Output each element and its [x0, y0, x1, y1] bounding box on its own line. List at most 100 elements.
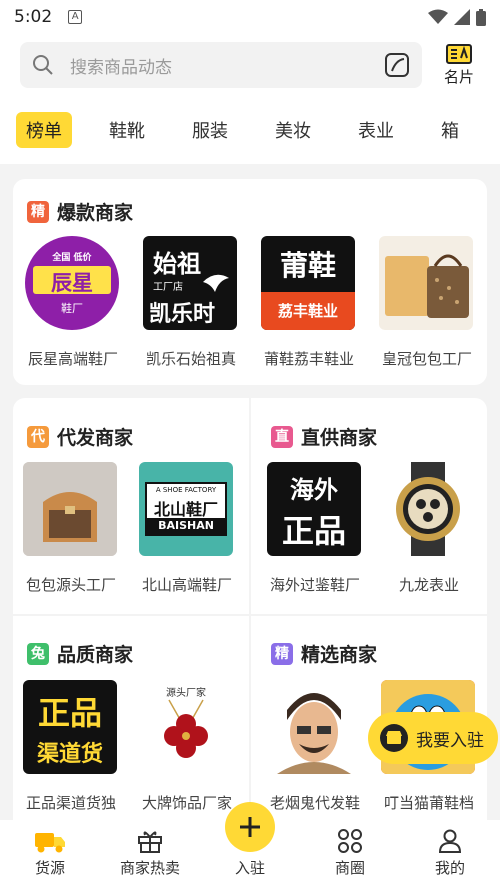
logo-text-haiwai: 海外 — [290, 476, 338, 504]
logo-text-shizu: 始祖 — [153, 250, 201, 278]
edit-note-icon[interactable] — [384, 52, 410, 78]
signal-icon — [454, 9, 470, 25]
merchant-card-dapai[interactable]: 源头厂家 大牌饰品厂家 — [139, 680, 235, 813]
merchant-card-chenxing[interactable]: 全国 低价 辰星 鞋厂 辰星高端鞋厂 — [25, 236, 121, 369]
business-card-label: 名片 — [443, 67, 474, 86]
merchant-card-baobao[interactable]: 包包源头工厂 — [23, 462, 119, 595]
logo-text-beishan: 北山鞋厂 — [153, 500, 218, 519]
business-card-icon — [446, 43, 472, 64]
merchant-name: 莆鞋荔丰鞋业 — [263, 350, 354, 368]
logo-text-chenxing: 辰星 — [51, 271, 93, 295]
merchant-logo-zhengpin-qudao: 正品 渠道货 — [23, 680, 117, 774]
tab-rankings[interactable]: 榜单 — [16, 112, 72, 148]
merchant-name: 九龙表业 — [398, 576, 459, 594]
merchant-card-jiulong[interactable]: 九龙表业 — [381, 462, 477, 595]
logo-text-factory: 鞋厂 — [61, 302, 83, 315]
nav-label: 商家热卖 — [119, 859, 180, 877]
merchant-name: 凯乐石始祖真 — [145, 350, 236, 368]
business-card-button[interactable]: 名片 — [430, 43, 488, 87]
user-icon — [438, 829, 462, 853]
merchant-name: 皇冠包包工厂 — [381, 350, 472, 368]
category-tabs: 榜单 鞋靴 服装 美妆 表业 箱 — [0, 96, 500, 164]
merchant-logo-kaileshi: 始祖 工厂店 凯乐时 — [143, 236, 237, 330]
truck-icon — [35, 833, 65, 853]
merchant-logo-puxie: 莆鞋 荔丰鞋业 — [261, 236, 355, 330]
daifa-section-icon: 代 — [27, 425, 49, 448]
logo-text-nationwide: 全国 低价 — [52, 253, 92, 263]
zhigong-section-icon: 直 — [271, 425, 293, 448]
logo-text-baishan: BAISHAN — [158, 519, 214, 532]
join-floating-button[interactable]: 我要入驻 — [368, 712, 498, 764]
merchant-photo-watch — [381, 462, 475, 556]
status-time: 5:02 — [14, 7, 53, 27]
merchant-name: 大牌饰品厂家 — [141, 794, 232, 812]
tab-shoes[interactable]: 鞋靴 — [99, 112, 155, 148]
logo-text-zhengpin: 正品 — [281, 512, 346, 550]
bottom-nav: 货源 商家热卖 入驻 商圈 我的 — [0, 802, 500, 888]
watch-image — [396, 462, 460, 556]
search-placeholder: 搜索商品动态 — [70, 57, 172, 78]
tab-bags[interactable]: 箱 — [431, 112, 469, 148]
merchant-card-beishan[interactable]: A SHOE FACTORY 北山鞋厂 BAISHAN 北山高端鞋厂 — [139, 462, 235, 595]
logo-text-factory-store: 工厂店 — [153, 282, 183, 293]
bag-image — [23, 462, 117, 556]
jingxuan-section-title: 精选商家 — [301, 644, 378, 666]
nav-item-merchant-hot[interactable]: 商家热卖 — [100, 820, 200, 888]
battery-icon — [476, 8, 486, 26]
merchant-name: 叮当猫莆鞋档 — [383, 794, 474, 812]
grid-icon — [338, 829, 362, 853]
logo-text-zhengpin: 正品 — [37, 694, 102, 732]
daifa-section-title: 代发商家 — [57, 427, 134, 449]
zhigong-merchants-section: 直 直供商家 海外 正品 海外过鉴鞋厂 九龙表业 — [251, 398, 487, 614]
merchant-photo-jewelry: 源头厂家 — [139, 680, 233, 774]
nav-label: 货源 — [34, 859, 65, 877]
merchant-name: 辰星高端鞋厂 — [27, 350, 118, 368]
merchant-card-zhengpin-qudao[interactable]: 正品 渠道货 正品渠道货独 — [23, 680, 119, 813]
join-button-label: 我要入驻 — [416, 730, 484, 751]
merchant-photo-bag — [23, 462, 117, 556]
merchant-name: 正品渠道货独 — [25, 794, 116, 812]
handbag-image — [385, 254, 469, 318]
merchant-avatar-cartoon-man — [267, 680, 361, 774]
tab-watches[interactable]: 表业 — [348, 112, 404, 148]
tab-beauty[interactable]: 美妆 — [265, 112, 321, 148]
nav-item-profile[interactable]: 我的 — [400, 820, 500, 888]
daifa-merchants-section: 代 代发商家 包包源头工厂 A SHOE FACTORY 北山鞋厂 BAISHA… — [13, 398, 249, 614]
search-icon — [33, 55, 53, 75]
merchant-name: 老烟鬼代发鞋 — [269, 794, 360, 812]
merchant-card-puxie[interactable]: 莆鞋 荔丰鞋业 莆鞋荔丰鞋业 — [261, 236, 357, 369]
gift-icon — [138, 831, 162, 853]
nav-item-supply[interactable]: 货源 — [0, 820, 100, 888]
status-indicators — [428, 8, 486, 26]
hot-section-icon: 精 — [27, 200, 49, 223]
merchant-card-laoyangui[interactable]: 老烟鬼代发鞋 — [267, 680, 363, 813]
merchant-card-huangguan[interactable]: 皇冠包包工厂 — [379, 236, 475, 369]
tab-clothing[interactable]: 服装 — [182, 112, 238, 148]
shop-icon — [380, 724, 408, 752]
wifi-icon — [428, 9, 448, 24]
merchant-card-kailecheng[interactable]: 始祖 工厂店 凯乐时 凯乐石始祖真 — [143, 236, 239, 369]
nav-item-business-circle[interactable]: 商圈 — [300, 820, 400, 888]
merchant-name: 包包源头工厂 — [25, 576, 116, 594]
logo-text-lifeng: 荔丰鞋业 — [277, 302, 338, 320]
merchant-name: 海外过鉴鞋厂 — [269, 576, 360, 594]
logo-text-kaileshi: 凯乐时 — [149, 302, 216, 327]
nav-item-join[interactable]: 入驻 — [200, 802, 300, 888]
search-row: 搜索商品动态 名片 — [0, 34, 500, 96]
nav-label: 我的 — [434, 859, 465, 877]
notification-a-icon: A — [68, 10, 83, 24]
logo-text-puxie: 莆鞋 — [279, 249, 336, 282]
plus-icon — [240, 817, 260, 837]
join-center-button[interactable] — [225, 802, 275, 852]
merchant-name: 北山高端鞋厂 — [141, 576, 232, 594]
merchant-logo-chenxing: 全国 低价 辰星 鞋厂 — [25, 236, 119, 330]
merchant-card-haiwai[interactable]: 海外 正品 海外过鉴鞋厂 — [267, 462, 363, 595]
logo-text-qudaohuo: 渠道货 — [36, 742, 103, 767]
pinzhi-section-title: 品质商家 — [57, 644, 134, 666]
search-input[interactable]: 搜索商品动态 — [20, 42, 422, 88]
clover-necklace-image — [164, 699, 208, 758]
logo-text-shoe-factory: A SHOE FACTORY — [155, 486, 217, 494]
hot-section-title: 爆款商家 — [57, 202, 134, 224]
merchant-photo-handbags — [379, 236, 473, 330]
hot-merchants-section: 精 爆款商家 全国 低价 辰星 鞋厂 辰星高端鞋厂 始祖 工厂店 凯乐时 凯乐石… — [13, 179, 487, 385]
